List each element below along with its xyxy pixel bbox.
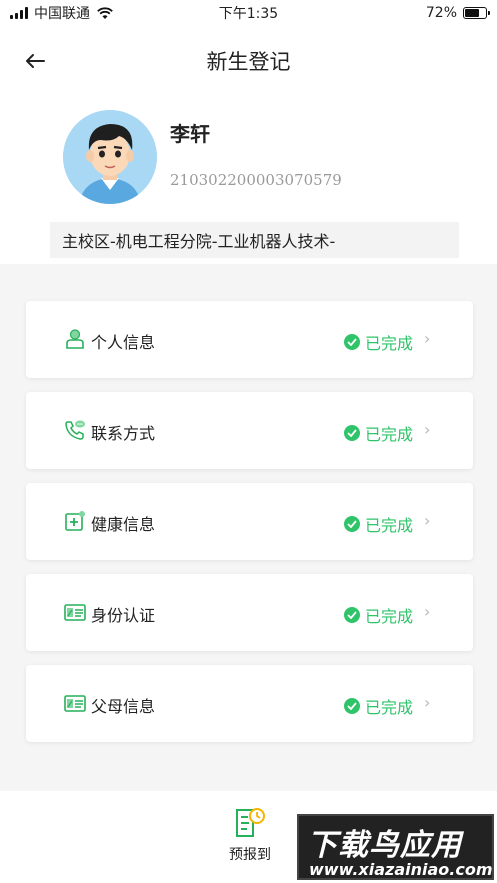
chevron-right-icon: › bbox=[424, 420, 431, 439]
section-label: 身份认证 bbox=[91, 606, 156, 625]
section-label: 个人信息 bbox=[91, 333, 156, 352]
status-completed: 已完成 bbox=[344, 421, 413, 445]
status-bar: 中国联通 下午1:35 72% bbox=[0, 0, 497, 26]
chevron-right-icon: › bbox=[424, 511, 431, 530]
check-circle-icon bbox=[344, 334, 360, 350]
carrier-label: 中国联通 bbox=[34, 6, 90, 22]
status-left: 中国联通 bbox=[10, 3, 114, 23]
watermark-logo: 下载鸟应用 www.xiazainiao.com bbox=[297, 814, 494, 880]
tab-pre-register-label: 预报到 bbox=[229, 847, 271, 863]
chevron-right-icon: › bbox=[424, 693, 431, 712]
signal-icon bbox=[10, 7, 28, 19]
battery-fill bbox=[465, 9, 480, 17]
section-label: 父母信息 bbox=[91, 697, 156, 716]
watermark-url: www.xiazainiao.com bbox=[309, 860, 493, 879]
id-card-icon bbox=[64, 695, 86, 712]
student-avatar-icon bbox=[63, 110, 157, 204]
section-label: 联系方式 bbox=[91, 424, 156, 443]
status-text: 已完成 bbox=[365, 607, 414, 626]
student-id-number: 210302200003070579 bbox=[170, 171, 342, 189]
id-card-icon bbox=[64, 604, 86, 621]
profile-header: 新生登记 李轩 210302200003070579 主校区-机电工程分院-工业… bbox=[0, 26, 497, 264]
page-title: 新生登记 bbox=[206, 50, 291, 74]
section-card-identity[interactable]: 身份认证 已完成 › bbox=[26, 574, 473, 651]
battery-icon bbox=[463, 7, 490, 19]
section-card-personal-info[interactable]: 个人信息 已完成 › bbox=[26, 301, 473, 378]
nav-bar: 新生登记 bbox=[0, 26, 497, 94]
check-circle-icon bbox=[344, 607, 360, 623]
chevron-right-icon: › bbox=[424, 602, 431, 621]
status-completed: 已完成 bbox=[344, 694, 413, 718]
status-right: 72% bbox=[425, 5, 490, 21]
wifi-icon bbox=[97, 6, 113, 19]
chevron-right-icon: › bbox=[424, 329, 431, 348]
status-completed: 已完成 bbox=[344, 603, 413, 627]
department-path: 主校区-机电工程分院-工业机器人技术- bbox=[50, 222, 459, 258]
check-circle-icon bbox=[344, 698, 360, 714]
section-card-parents[interactable]: 父母信息 已完成 › bbox=[26, 665, 473, 742]
status-text: 已完成 bbox=[365, 425, 414, 444]
check-circle-icon bbox=[344, 425, 360, 441]
status-completed: 已完成 bbox=[344, 512, 413, 536]
pre-register-clock-icon bbox=[236, 808, 265, 837]
health-cross-icon bbox=[65, 511, 85, 531]
status-completed: 已完成 bbox=[344, 330, 413, 354]
status-text: 已完成 bbox=[365, 334, 414, 353]
registration-sections: 个人信息 已完成 › 联系方式 已完成 › 健康信息 已完成 › 身份认证 已完… bbox=[0, 276, 497, 766]
avatar bbox=[63, 110, 157, 204]
section-card-health[interactable]: 健康信息 已完成 › bbox=[26, 483, 473, 560]
watermark-title: 下载鸟应用 bbox=[307, 828, 462, 863]
phone-icon bbox=[65, 420, 85, 440]
battery-percent: 72% bbox=[425, 5, 457, 21]
tab-pre-register[interactable]: 预报到 bbox=[218, 807, 282, 867]
person-icon bbox=[66, 329, 84, 349]
check-circle-icon bbox=[344, 516, 360, 532]
section-card-contact[interactable]: 联系方式 已完成 › bbox=[26, 392, 473, 469]
status-text: 已完成 bbox=[365, 698, 414, 717]
student-name: 李轩 bbox=[170, 122, 210, 146]
status-text: 已完成 bbox=[365, 516, 414, 535]
section-label: 健康信息 bbox=[91, 515, 156, 534]
